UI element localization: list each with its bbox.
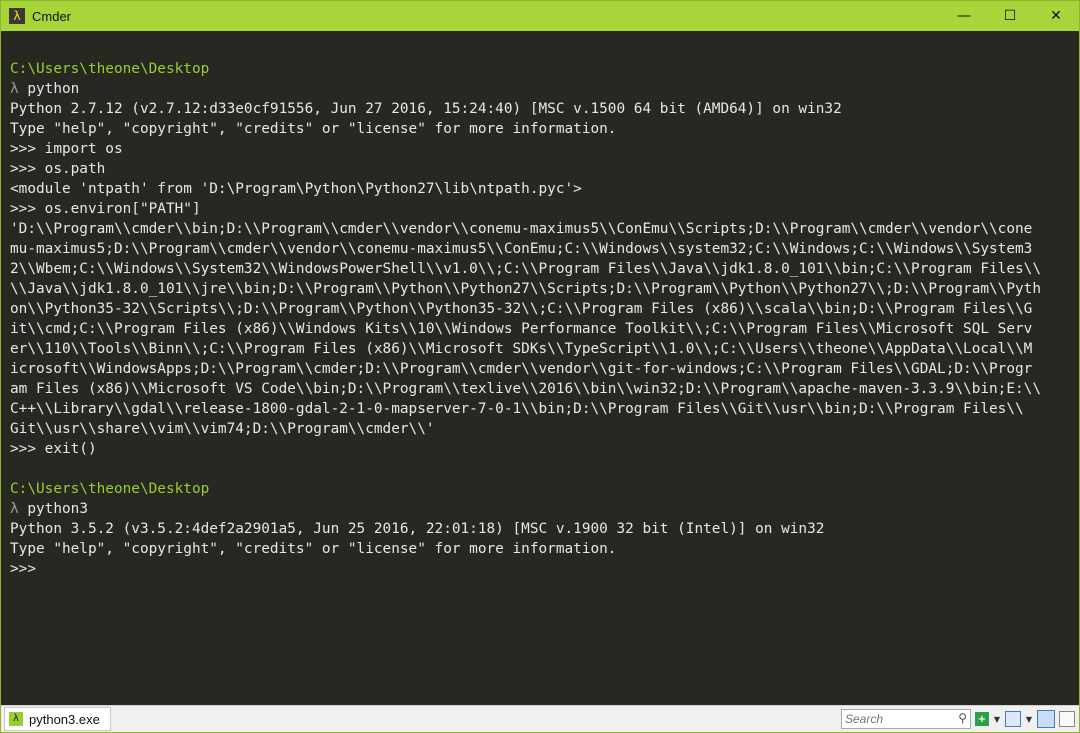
repl-input-environ: >>> os.environ["PATH"] <box>10 201 201 217</box>
repl-input-import: >>> import os <box>10 141 123 157</box>
window-controls: — ☐ ✕ <box>941 1 1079 31</box>
path-output-line: 'D:\\Program\\cmder\\bin;D:\\Program\\cm… <box>10 221 1033 237</box>
title-bar[interactable]: λ Cmder — ☐ ✕ <box>1 1 1079 31</box>
close-button[interactable]: ✕ <box>1033 1 1079 31</box>
path-output-line: 2\\Wbem;C:\\Windows\\System32\\WindowsPo… <box>10 261 1042 277</box>
new-console-icon[interactable]: + <box>975 712 989 726</box>
python2-banner: Python 2.7.12 (v2.7.12:d33e0cf91556, Jun… <box>10 101 842 117</box>
search-input[interactable] <box>842 711 952 727</box>
window-title: Cmder <box>32 8 72 24</box>
dropdown-icon[interactable]: ▼ <box>993 712 1001 726</box>
command-text: python <box>18 81 80 97</box>
path-output-line: mu-maximus5;D:\\Program\\cmder\\vendor\\… <box>10 241 1033 257</box>
repl-input-ospath: >>> os.path <box>10 161 106 177</box>
path-output-line: \\Java\\jdk1.8.0_101\\jre\\bin;D:\\Progr… <box>10 281 1042 297</box>
repl-output-module: <module 'ntpath' from 'D:\Program\Python… <box>10 181 582 197</box>
path-output-line: icrosoft\\WindowsApps;D:\\Program\\cmder… <box>10 361 1033 377</box>
search-icon[interactable]: ⚲ <box>958 711 967 725</box>
maximize-button[interactable]: ☐ <box>987 1 1033 31</box>
path-output-line: it\\cmd;C:\\Program Files (x86)\\Windows… <box>10 321 1033 337</box>
path-output-line: er\\110\\Tools\\Binn\\;C:\\Program Files… <box>10 341 1033 357</box>
path-output-line: Git\\usr\\share\\vim\\vim74;D:\\Program\… <box>10 421 435 437</box>
prompt-path: C:\Users\theone\Desktop <box>10 61 210 77</box>
command-text: python3 <box>18 501 88 517</box>
path-output-line: on\\Python35-32\\Scripts\\;D:\\Program\\… <box>10 301 1033 317</box>
lambda-prompt-icon: λ <box>10 81 19 97</box>
cmder-lambda-icon: λ <box>9 8 25 24</box>
dropdown-icon[interactable]: ▼ <box>1025 712 1033 726</box>
minimize-button[interactable]: — <box>941 1 987 31</box>
split-view-icon[interactable] <box>1037 710 1055 728</box>
cmder-window: λ Cmder — ☐ ✕ C:\Users\theone\Desktop λ … <box>0 0 1080 733</box>
path-output-line: am Files (x86)\\Microsoft VS Code\\bin;D… <box>10 381 1042 397</box>
command-line: λ python <box>10 79 1079 99</box>
status-tools: ⚲ + ▼ ▼ <box>841 708 1075 730</box>
cmder-tab-icon: λ <box>9 712 23 726</box>
repl-input-exit: >>> exit() <box>10 441 97 457</box>
command-line: λ python3 <box>10 499 1079 519</box>
terminal-output[interactable]: C:\Users\theone\Desktop λ python Python … <box>1 31 1079 706</box>
python2-help-text: Type "help", "copyright", "credits" or "… <box>10 121 617 137</box>
python3-help-text: Type "help", "copyright", "credits" or "… <box>10 541 617 557</box>
prompt-path: C:\Users\theone\Desktop <box>10 481 210 497</box>
console-tab[interactable]: λ python3.exe <box>4 707 111 731</box>
status-bar: λ python3.exe ⚲ + ▼ ▼ <box>1 705 1079 732</box>
tab-label: python3.exe <box>29 711 100 727</box>
path-output-line: C++\\Library\\gdal\\release-1800-gdal-2-… <box>10 401 1024 417</box>
lambda-prompt-icon: λ <box>10 501 19 517</box>
single-view-icon[interactable] <box>1059 711 1075 727</box>
search-box[interactable]: ⚲ <box>841 709 971 729</box>
console-panel-icon[interactable] <box>1005 711 1021 727</box>
repl-prompt[interactable]: >>> <box>10 559 1079 579</box>
python3-banner: Python 3.5.2 (v3.5.2:4def2a2901a5, Jun 2… <box>10 521 825 537</box>
